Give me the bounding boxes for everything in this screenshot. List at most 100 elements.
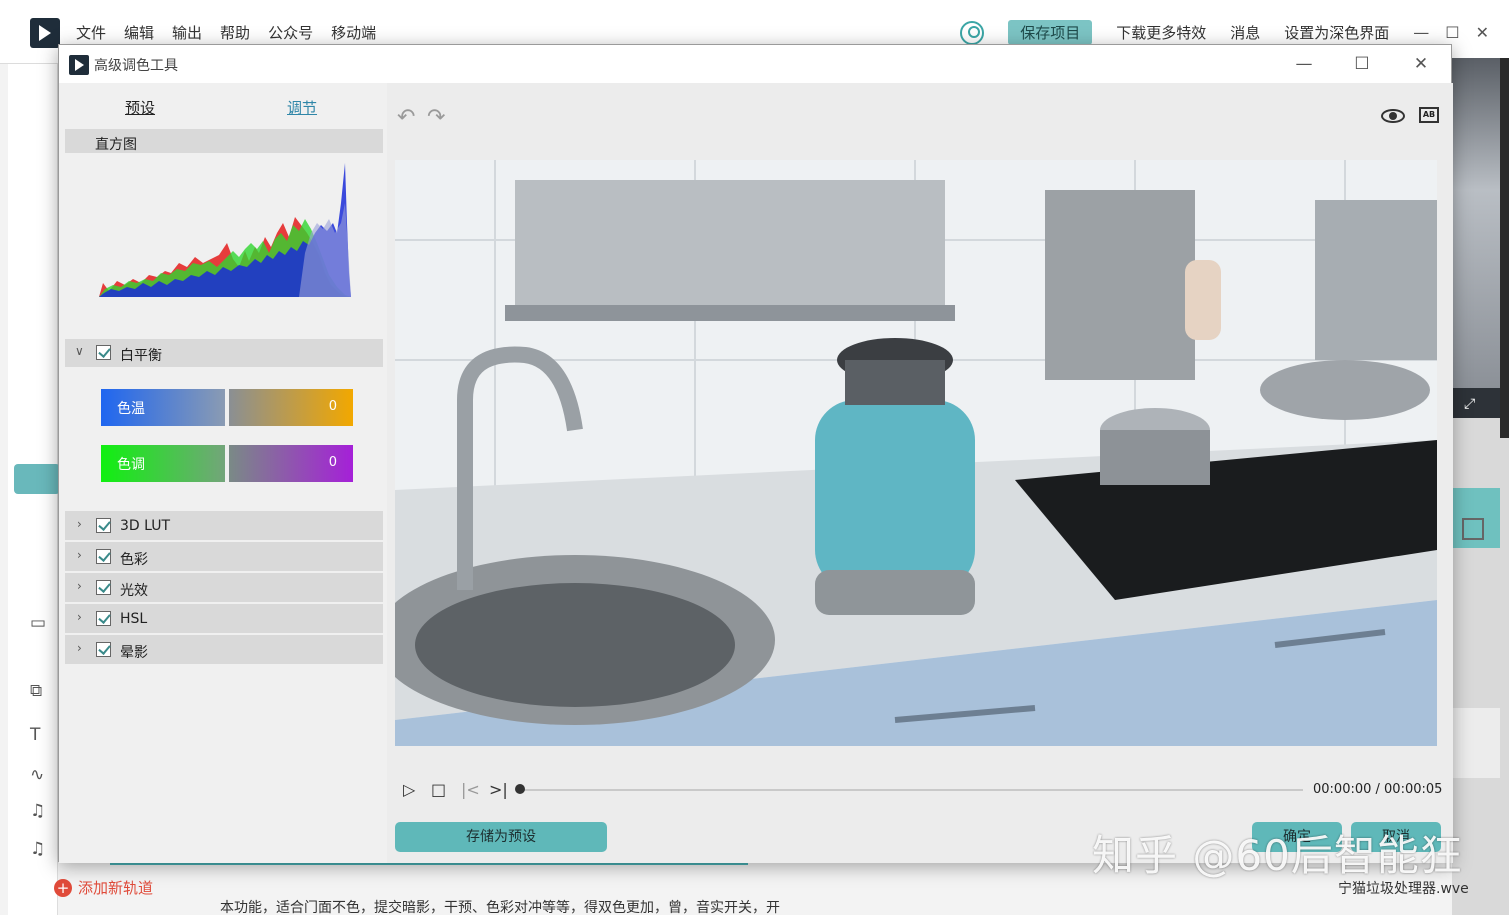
- tint-slider[interactable]: 色调 0: [101, 445, 353, 482]
- menu-file[interactable]: 文件: [76, 22, 106, 43]
- video-steel-rack: [515, 180, 945, 310]
- tint-label: 色调: [101, 445, 225, 482]
- stop-icon[interactable]: □: [431, 780, 446, 799]
- chevron-right-icon[interactable]: ›: [77, 641, 82, 655]
- chevron-right-icon[interactable]: ›: [77, 517, 82, 531]
- dialog-title: 高级调色工具: [94, 58, 178, 74]
- music-track-icon[interactable]: ♫: [30, 802, 52, 820]
- histogram-header: 直方图: [65, 129, 383, 153]
- section-hsl-label: HSL: [120, 611, 148, 627]
- tint-value[interactable]: 0: [229, 445, 353, 482]
- maximize-icon[interactable]: ☐: [1445, 23, 1459, 42]
- preview-thumbnail: [1452, 58, 1500, 388]
- section-light-checkbox[interactable]: [96, 580, 111, 595]
- dialog-maximize-icon[interactable]: ☐: [1347, 51, 1377, 77]
- section-hsl[interactable]: › HSL: [65, 604, 383, 633]
- video-disposal-neck: [845, 360, 945, 405]
- next-frame-icon[interactable]: >|: [489, 780, 508, 799]
- progress-handle[interactable]: [515, 784, 525, 794]
- prev-frame-icon[interactable]: |<: [461, 780, 480, 799]
- video-shelf: [505, 305, 955, 321]
- section-vignette[interactable]: › 晕影: [65, 635, 383, 664]
- progress-bar[interactable]: [521, 789, 1303, 791]
- chevron-right-icon[interactable]: ›: [77, 610, 82, 624]
- add-track-label: 添加新轨道: [78, 879, 154, 897]
- section-vignette-checkbox[interactable]: [96, 642, 111, 657]
- histogram-chart: [99, 163, 351, 297]
- compare-ab-icon[interactable]: AB: [1419, 107, 1439, 123]
- plus-icon: +: [54, 878, 72, 897]
- bottom-caption: 本功能，适合门面不色，提交暗影，干预、色彩对冲等等，得双色更加，曾，音实开关，开: [220, 900, 780, 915]
- text-track-icon[interactable]: T: [30, 726, 52, 744]
- dialog-minimize-icon[interactable]: —: [1289, 51, 1319, 77]
- section-color-label: 色彩: [120, 552, 148, 568]
- left-teal-button[interactable]: [14, 464, 60, 494]
- waveform-icon[interactable]: ∿: [30, 766, 52, 784]
- white-balance-label: 白平衡: [120, 348, 162, 364]
- preview-panel: ↶ ↷ AB ▷ □ |< >| 00:00:00 / 00:00:05 存储为…: [387, 83, 1453, 863]
- app-window-controls: — ☐ ✕: [1413, 23, 1489, 42]
- menu-export[interactable]: 输出: [172, 22, 202, 43]
- undo-icon[interactable]: ↶: [397, 105, 415, 130]
- chevron-right-icon[interactable]: ›: [77, 579, 82, 593]
- tab-adjust[interactable]: 调节: [287, 97, 317, 118]
- menu-edit[interactable]: 编辑: [124, 22, 154, 43]
- close-icon[interactable]: ✕: [1476, 23, 1489, 42]
- play-icon[interactable]: ▷: [403, 780, 415, 799]
- video-pegboard: [1045, 190, 1195, 380]
- dark-theme-link[interactable]: 设置为深色界面: [1284, 22, 1389, 43]
- save-project-button[interactable]: 保存项目: [1008, 20, 1093, 45]
- histogram-gray: [299, 203, 351, 297]
- section-3dlut-checkbox[interactable]: [96, 518, 111, 533]
- video-rack-right: [1315, 200, 1437, 360]
- section-light-label: 光效: [120, 583, 148, 599]
- section-color-checkbox[interactable]: [96, 549, 111, 564]
- minimize-icon[interactable]: —: [1413, 23, 1429, 42]
- user-icon[interactable]: [960, 20, 985, 45]
- copy-icon[interactable]: ⧉: [30, 682, 52, 700]
- color-temperature-label: 色温: [101, 389, 225, 426]
- color-temperature-slider[interactable]: 色温 0: [101, 389, 353, 426]
- dialog-title-bar: 高级调色工具 — ☐ ✕: [59, 45, 1451, 83]
- adjust-panel: 预设 调节 直方图 ∨ 白平衡 色温 0 色调 0 › 3D LUT › 色彩 …: [59, 83, 387, 863]
- section-3dlut[interactable]: › 3D LUT: [65, 511, 383, 540]
- video-sink-basin: [415, 583, 735, 707]
- video-disposal-body: [815, 400, 975, 590]
- app-right-toolbar: 保存项目 下载更多特效 消息 设置为深色界面 — ☐ ✕: [960, 20, 1489, 45]
- tab-preset[interactable]: 预设: [125, 97, 155, 118]
- section-color[interactable]: › 色彩: [65, 542, 383, 571]
- add-track-button[interactable]: + 添加新轨道: [54, 877, 153, 898]
- menu-public-account[interactable]: 公众号: [268, 22, 313, 43]
- preview-bar: [1452, 388, 1500, 418]
- video-pot-body: [1100, 430, 1210, 485]
- music-track-2-icon[interactable]: ♫: [30, 840, 52, 858]
- save-preset-button[interactable]: 存储为预设: [395, 822, 607, 852]
- chevron-right-icon[interactable]: ›: [77, 548, 82, 562]
- chevron-down-icon[interactable]: ∨: [75, 344, 84, 358]
- timeline-clip[interactable]: [1452, 708, 1500, 778]
- timecode: 00:00:00 / 00:00:05: [1313, 782, 1443, 797]
- grid-icon[interactable]: [1462, 518, 1484, 540]
- eye-icon[interactable]: [1381, 109, 1405, 123]
- dialog-close-icon[interactable]: ✕: [1406, 51, 1436, 77]
- menu-mobile[interactable]: 移动端: [331, 22, 376, 43]
- dialog-logo: [69, 55, 89, 75]
- video-wok: [1260, 360, 1430, 420]
- redo-icon[interactable]: ↷: [427, 105, 445, 130]
- section-light[interactable]: › 光效: [65, 573, 383, 602]
- download-effects-link[interactable]: 下载更多特效: [1116, 22, 1206, 43]
- crop-icon[interactable]: ▭: [30, 614, 52, 632]
- video-disposal-base: [815, 570, 975, 615]
- watermark: 知乎 @60后智能狂: [1092, 831, 1463, 880]
- app-menu-bar: 文件 编辑 输出 帮助 公众号 移动端: [76, 22, 376, 43]
- color-temperature-value[interactable]: 0: [229, 389, 353, 426]
- video-preview: [395, 160, 1437, 746]
- menu-help[interactable]: 帮助: [220, 22, 250, 43]
- scrollbar[interactable]: [1500, 58, 1509, 438]
- white-balance-header[interactable]: ∨ 白平衡: [65, 339, 383, 367]
- messages-link[interactable]: 消息: [1230, 22, 1260, 43]
- color-tool-dialog: 高级调色工具 — ☐ ✕ 预设 调节 直方图 ∨ 白平衡 色温 0 色调 0 ›…: [58, 44, 1453, 863]
- fullscreen-icon[interactable]: ⤢: [1464, 396, 1475, 412]
- section-hsl-checkbox[interactable]: [96, 611, 111, 626]
- white-balance-checkbox[interactable]: [96, 345, 111, 360]
